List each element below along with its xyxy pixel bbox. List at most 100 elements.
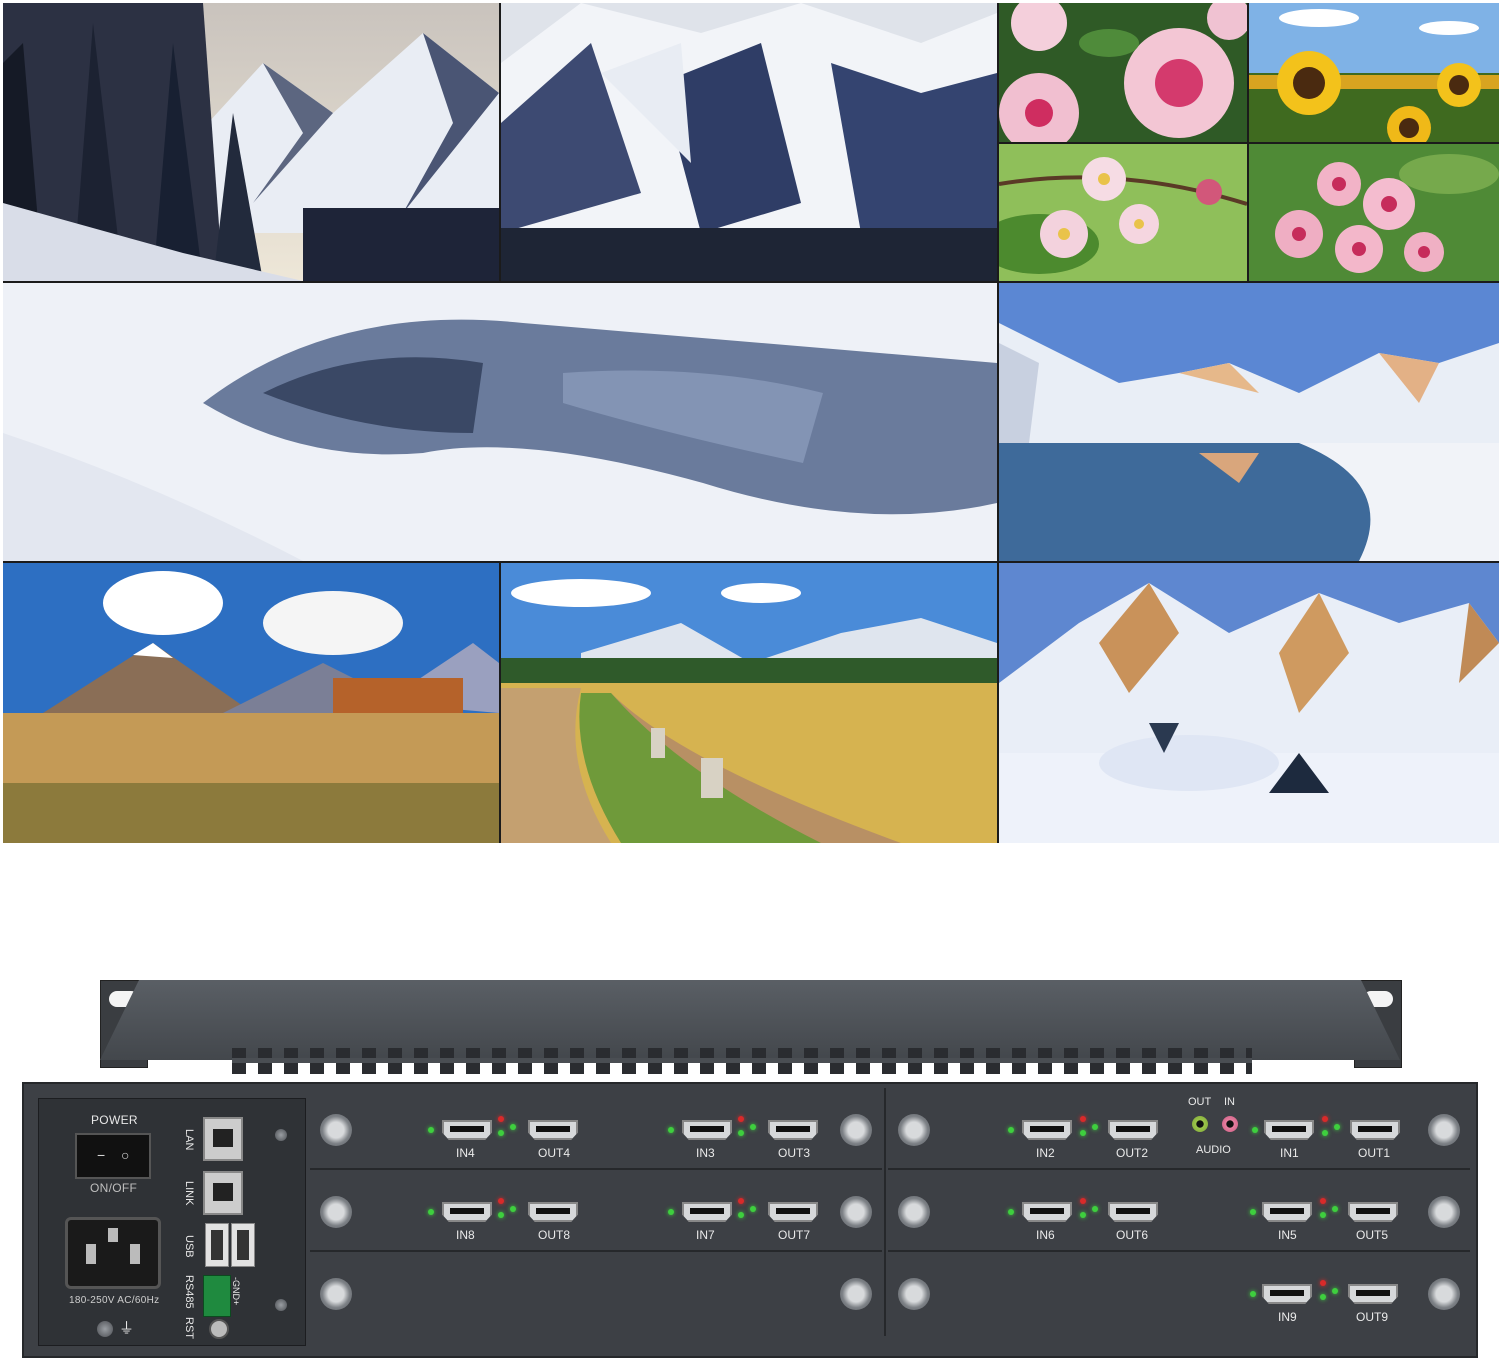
hdmi-in5-port[interactable] [1262, 1202, 1312, 1222]
in1-label: IN1 [1280, 1146, 1299, 1160]
link-port[interactable] [203, 1171, 243, 1215]
status-led-red [498, 1198, 504, 1204]
hdmi-out9-port[interactable] [1348, 1284, 1398, 1304]
switch-on-mark: − [97, 1147, 106, 1163]
io-card-in2-in1: IN2 OUT2 OUT IN AUDIO IN1 OUT1 [888, 1090, 1470, 1170]
usb-port-1[interactable] [205, 1223, 229, 1267]
audio-in-jack[interactable] [1222, 1116, 1238, 1132]
status-led-green [1008, 1127, 1014, 1133]
rs485-terminal[interactable] [203, 1275, 231, 1317]
in7-label: IN7 [696, 1228, 715, 1242]
status-led-green [1008, 1209, 1014, 1215]
hdmi-out3-port[interactable] [768, 1120, 818, 1140]
card-thumbscrew-icon [840, 1278, 872, 1310]
out3-label: OUT3 [778, 1146, 811, 1160]
status-led-green [1080, 1130, 1086, 1136]
status-led-green [668, 1127, 674, 1133]
usb-port-2[interactable] [231, 1223, 255, 1267]
out4-label: OUT4 [538, 1146, 571, 1160]
card-thumbscrew-icon [898, 1196, 930, 1228]
pink-flower-cluster-tile [1249, 144, 1499, 281]
pink-flower-tile [999, 3, 1247, 142]
alpine-snowfield-tile [999, 563, 1499, 843]
status-led-green [1250, 1291, 1256, 1297]
rst-label: RST [183, 1317, 195, 1339]
status-led-red [1080, 1116, 1086, 1122]
hdmi-in4-port[interactable] [442, 1120, 492, 1140]
card-thumbscrew-icon [898, 1114, 930, 1146]
in6-label: IN6 [1036, 1228, 1055, 1242]
power-label: POWER [91, 1113, 138, 1127]
ac-power-inlet[interactable] [65, 1217, 161, 1289]
in8-label: IN8 [456, 1228, 475, 1242]
audio-label: AUDIO [1196, 1144, 1231, 1156]
audio-in-label: IN [1224, 1096, 1235, 1108]
sunflower-field-tile [1249, 3, 1499, 142]
status-led-green [1334, 1124, 1340, 1130]
hdmi-in2-port[interactable] [1022, 1120, 1072, 1140]
hdmi-in1-port[interactable] [1264, 1120, 1314, 1140]
hdmi-in7-port[interactable] [682, 1202, 732, 1222]
status-led-green [750, 1206, 756, 1212]
status-led-red [1322, 1116, 1328, 1122]
link-label: LINK [183, 1181, 195, 1206]
status-led-green [1322, 1130, 1328, 1136]
power-switch[interactable]: − ○ [75, 1133, 151, 1179]
audio-out-label: OUT [1188, 1096, 1212, 1108]
card-thumbscrew-icon [840, 1196, 872, 1228]
out5-label: OUT5 [1356, 1228, 1389, 1242]
snowy-forest-mountain-tile [3, 3, 499, 281]
rear-panel: POWER − ○ ON/OFF 180-250V AC/60Hz ⏚ LAN … [22, 1082, 1478, 1358]
in5-label: IN5 [1278, 1228, 1297, 1242]
in9-label: IN9 [1278, 1310, 1297, 1324]
card-thumbscrew-icon [898, 1278, 930, 1310]
lan-label: LAN [183, 1129, 195, 1151]
panel-screw-icon [275, 1299, 287, 1311]
lan-port[interactable] [203, 1117, 243, 1161]
out2-label: OUT2 [1116, 1146, 1149, 1160]
hdmi-in8-port[interactable] [442, 1202, 492, 1222]
status-led-green [738, 1212, 744, 1218]
card-thumbscrew-icon [1428, 1278, 1460, 1310]
out6-label: OUT6 [1116, 1228, 1149, 1242]
hdmi-out1-port[interactable] [1350, 1120, 1400, 1140]
gnd-label: -GND+ [231, 1277, 241, 1306]
blank-card-slot [310, 1254, 882, 1334]
switch-off-mark: ○ [121, 1147, 130, 1163]
in3-label: IN3 [696, 1146, 715, 1160]
in2-label: IN2 [1036, 1146, 1055, 1160]
status-led-green [668, 1209, 674, 1215]
snowy-peaks-tile [501, 3, 997, 281]
hdmi-out5-port[interactable] [1348, 1202, 1398, 1222]
panel-screw-icon [275, 1129, 287, 1141]
hdmi-in3-port[interactable] [682, 1120, 732, 1140]
io-card-in8-in7: IN8 OUT8 IN7 OUT7 [310, 1172, 882, 1252]
hdmi-in6-port[interactable] [1022, 1202, 1072, 1222]
status-led-green [738, 1130, 744, 1136]
card-thumbscrew-icon [320, 1114, 352, 1146]
reset-button[interactable] [209, 1319, 229, 1339]
hdmi-in9-port[interactable] [1262, 1284, 1312, 1304]
out8-label: OUT8 [538, 1228, 571, 1242]
status-led-green [510, 1124, 516, 1130]
status-led-green [1320, 1212, 1326, 1218]
center-divider [884, 1088, 886, 1336]
video-wall-display [3, 3, 1499, 843]
rs485-label: RS485 [183, 1275, 195, 1309]
status-led-red [1320, 1198, 1326, 1204]
hdmi-out6-port[interactable] [1108, 1202, 1158, 1222]
hdmi-matrix-video-wall-controller: POWER − ○ ON/OFF 180-250V AC/60Hz ⏚ LAN … [22, 978, 1478, 1358]
on-off-label: ON/OFF [90, 1181, 138, 1195]
status-led-green [1332, 1206, 1338, 1212]
hdmi-out4-port[interactable] [528, 1120, 578, 1140]
audio-out-jack[interactable] [1192, 1116, 1208, 1132]
hdmi-out8-port[interactable] [528, 1202, 578, 1222]
hdmi-out7-port[interactable] [768, 1202, 818, 1222]
status-led-red [738, 1116, 744, 1122]
hdmi-out2-port[interactable] [1108, 1120, 1158, 1140]
mountain-lake-reflection-tile [999, 283, 1499, 561]
status-led-green [1320, 1294, 1326, 1300]
card-thumbscrew-icon [1428, 1196, 1460, 1228]
status-led-green [1080, 1212, 1086, 1218]
io-card-in9: IN9 OUT9 [888, 1254, 1470, 1334]
